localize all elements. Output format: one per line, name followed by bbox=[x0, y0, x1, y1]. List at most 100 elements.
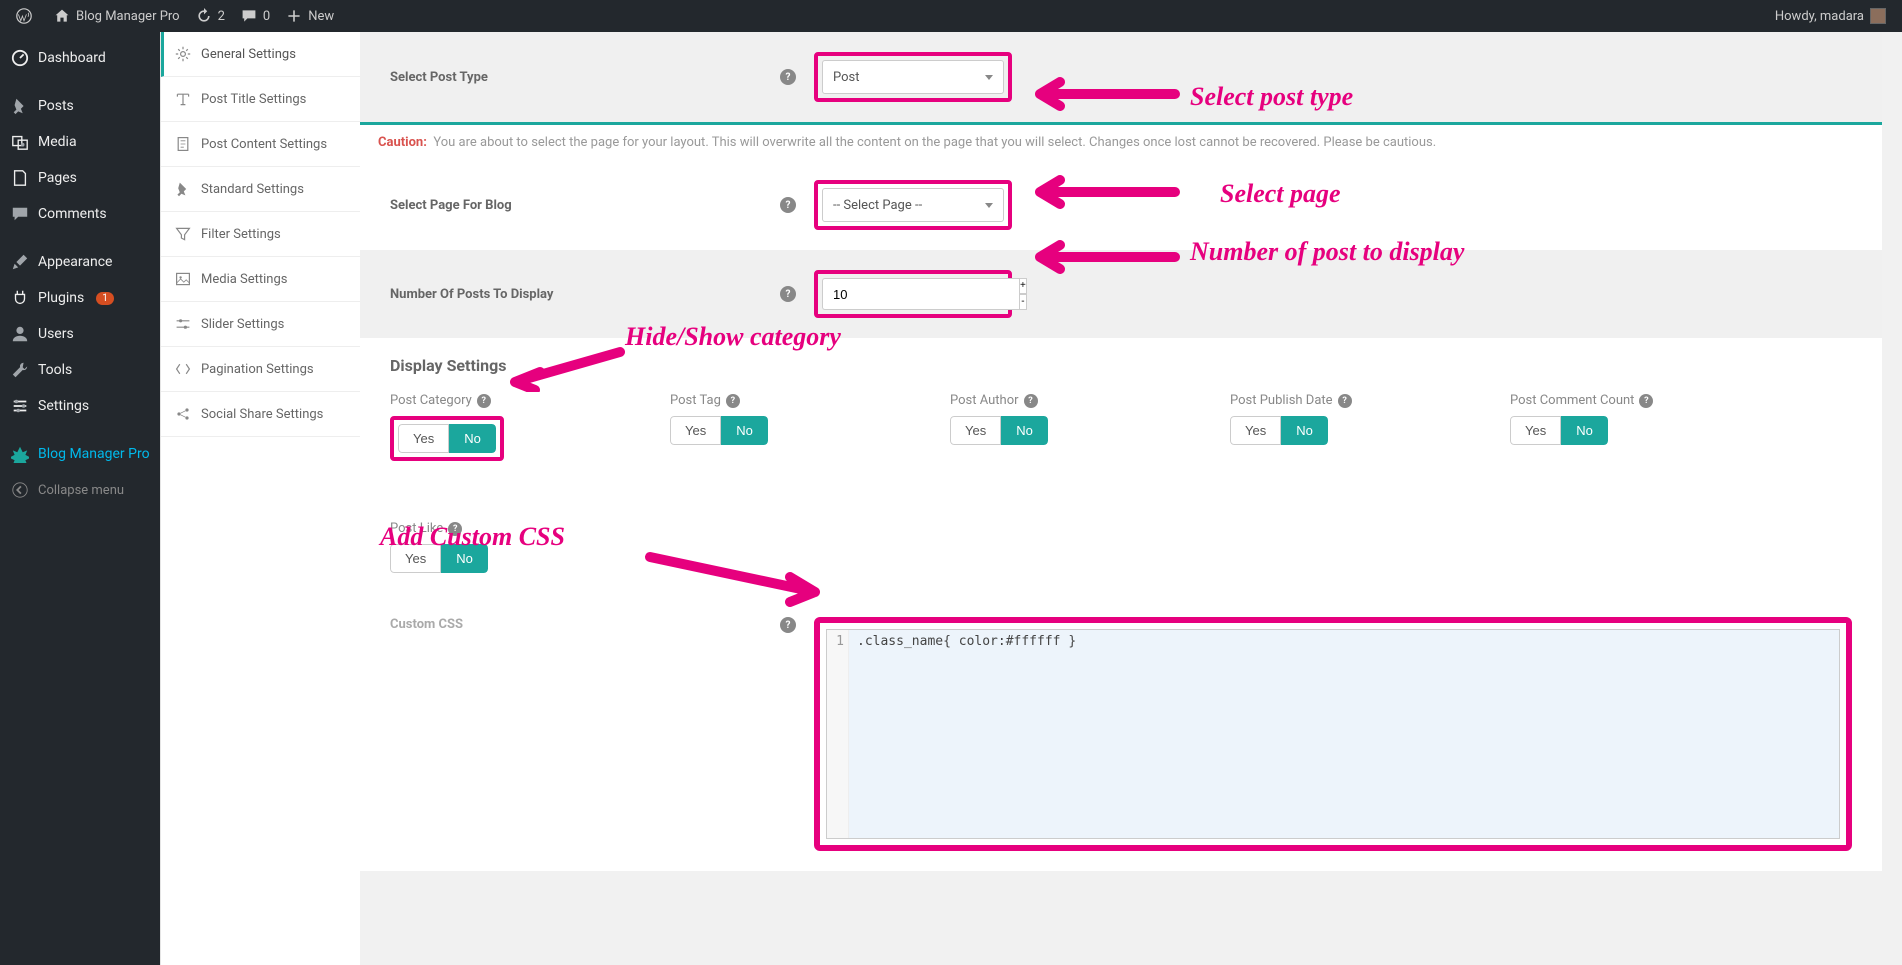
cell-post-tag: Post Tag? YesNo bbox=[670, 393, 950, 461]
help-icon[interactable]: ? bbox=[1338, 394, 1352, 408]
anno-category: Hide/Show category bbox=[625, 322, 841, 352]
spin-down-button[interactable]: - bbox=[1019, 294, 1027, 310]
tab-post-title[interactable]: Post Title Settings bbox=[161, 77, 360, 122]
num-posts-input[interactable] bbox=[822, 278, 1019, 310]
toggle-yes[interactable]: Yes bbox=[398, 424, 449, 453]
custom-css-editor[interactable]: 1 .class_name{ color:#ffffff } bbox=[826, 629, 1840, 839]
tab-pagination[interactable]: Pagination Settings bbox=[161, 347, 360, 392]
new-label: New bbox=[308, 9, 334, 24]
sidebar-item-users[interactable]: Users bbox=[0, 316, 160, 352]
tab-filter[interactable]: Filter Settings bbox=[161, 212, 360, 257]
sidebar-item-pages[interactable]: Pages bbox=[0, 160, 160, 196]
label-select-page: Select Page For Blog bbox=[390, 198, 780, 213]
toggle-yes[interactable]: Yes bbox=[670, 416, 721, 445]
plugin-icon bbox=[10, 444, 30, 464]
pin-icon bbox=[175, 181, 191, 197]
tab-label: Standard Settings bbox=[201, 182, 304, 197]
account-link[interactable]: Howdy, madara bbox=[1767, 0, 1894, 32]
collapse-menu[interactable]: Collapse menu bbox=[0, 472, 160, 508]
toggle-no[interactable]: No bbox=[721, 416, 768, 445]
toggle-no[interactable]: No bbox=[1001, 416, 1048, 445]
wordpress-icon bbox=[16, 8, 32, 24]
caution-text: You are about to select the page for you… bbox=[433, 135, 1436, 150]
sidebar-label: Comments bbox=[38, 206, 107, 222]
wp-logo[interactable] bbox=[8, 0, 46, 32]
sidebar-item-comments[interactable]: Comments bbox=[0, 196, 160, 232]
highlight-num-posts: + - bbox=[814, 270, 1012, 318]
select-post-type[interactable]: Post bbox=[822, 60, 1004, 94]
tab-general[interactable]: General Settings bbox=[161, 32, 360, 77]
toggle-post-category: Yes No bbox=[398, 424, 496, 453]
site-title: Blog Manager Pro bbox=[76, 9, 180, 24]
toggle-no[interactable]: No bbox=[449, 424, 496, 453]
help-icon[interactable]: ? bbox=[780, 617, 796, 633]
tab-slider[interactable]: Slider Settings bbox=[161, 302, 360, 347]
comments-count: 0 bbox=[263, 9, 270, 24]
highlight-post-type: Post bbox=[814, 52, 1012, 102]
sidebar-item-media[interactable]: Media bbox=[0, 124, 160, 160]
sidebar-item-settings[interactable]: Settings bbox=[0, 388, 160, 424]
sidebar-item-posts[interactable]: Posts bbox=[0, 88, 160, 124]
arrow-icon bbox=[640, 547, 830, 607]
toggle-comment-count: YesNo bbox=[1510, 416, 1608, 445]
updates-count: 2 bbox=[218, 9, 225, 24]
site-link[interactable]: Blog Manager Pro bbox=[46, 0, 188, 32]
gear-icon bbox=[175, 46, 191, 62]
sidebar-item-tools[interactable]: Tools bbox=[0, 352, 160, 388]
sidebar-item-dashboard[interactable]: Dashboard bbox=[0, 40, 160, 76]
num-posts-field: + - bbox=[822, 278, 1004, 310]
sidebar-item-plugins[interactable]: Plugins1 bbox=[0, 280, 160, 316]
row-custom-css: Custom CSS ? 1 .class_name{ color:#fffff… bbox=[360, 597, 1882, 871]
arrow-icon bbox=[1020, 172, 1180, 212]
sidebar-item-appearance[interactable]: Appearance bbox=[0, 244, 160, 280]
toggle-post-author: YesNo bbox=[950, 416, 1048, 445]
filter-icon bbox=[175, 226, 191, 242]
home-icon bbox=[54, 8, 70, 24]
tab-social[interactable]: Social Share Settings bbox=[161, 392, 360, 437]
help-icon[interactable]: ? bbox=[1024, 394, 1038, 408]
tab-post-content[interactable]: Post Content Settings bbox=[161, 122, 360, 167]
help-icon[interactable]: ? bbox=[780, 197, 796, 213]
toggle-yes[interactable]: Yes bbox=[950, 416, 1001, 445]
tab-label: General Settings bbox=[201, 47, 296, 62]
sidebar-label: Media bbox=[38, 134, 77, 150]
new-link[interactable]: New bbox=[278, 0, 342, 32]
toggle-yes[interactable]: Yes bbox=[1230, 416, 1281, 445]
tab-label: Media Settings bbox=[201, 272, 288, 287]
highlight-select-page: -- Select Page -- bbox=[814, 180, 1012, 230]
tab-standard[interactable]: Standard Settings bbox=[161, 167, 360, 212]
toggle-yes[interactable]: Yes bbox=[1510, 416, 1561, 445]
spin-up-button[interactable]: + bbox=[1019, 278, 1027, 294]
toggle-no[interactable]: No bbox=[1561, 416, 1608, 445]
sidebar-item-blogmanager[interactable]: Blog Manager Pro bbox=[0, 436, 160, 472]
caution-notice: Caution: You are about to select the pag… bbox=[360, 125, 1882, 160]
settings-panel: Select Post Type ? Post Caution: You are… bbox=[360, 32, 1902, 965]
sidebar-label: Posts bbox=[38, 98, 74, 114]
display-settings-grid: Post Category? Yes No Post Tag? YesNo Po… bbox=[360, 383, 1882, 597]
sidebar-label: Dashboard bbox=[38, 50, 106, 66]
wp-admin-sidebar: Dashboard Posts Media Pages Comments App… bbox=[0, 32, 160, 965]
code-content: .class_name{ color:#ffffff } bbox=[849, 630, 1839, 838]
updates-link[interactable]: 2 bbox=[188, 0, 233, 32]
tab-media[interactable]: Media Settings bbox=[161, 257, 360, 302]
sliders-icon bbox=[10, 396, 30, 416]
select-value: Post bbox=[833, 70, 860, 85]
cell-comment-count: Post Comment Count? YesNo bbox=[1510, 393, 1790, 461]
cell-post-category: Post Category? Yes No bbox=[390, 393, 670, 461]
tab-label: Filter Settings bbox=[201, 227, 281, 242]
help-icon[interactable]: ? bbox=[1639, 394, 1653, 408]
brush-icon bbox=[10, 252, 30, 272]
page-icon bbox=[10, 168, 30, 188]
help-icon[interactable]: ? bbox=[780, 69, 796, 85]
toggle-no[interactable]: No bbox=[1281, 416, 1328, 445]
help-icon[interactable]: ? bbox=[780, 286, 796, 302]
cell-label-text: Post Publish Date bbox=[1230, 393, 1333, 408]
comments-link[interactable]: 0 bbox=[233, 0, 278, 32]
tab-label: Social Share Settings bbox=[201, 407, 323, 422]
avatar bbox=[1870, 8, 1886, 24]
help-icon[interactable]: ? bbox=[477, 394, 491, 408]
select-page-for-blog[interactable]: -- Select Page -- bbox=[822, 188, 1004, 222]
highlight-custom-css: 1 .class_name{ color:#ffffff } bbox=[814, 617, 1852, 851]
help-icon[interactable]: ? bbox=[726, 394, 740, 408]
anno-post-type: Select post type bbox=[1190, 82, 1353, 112]
